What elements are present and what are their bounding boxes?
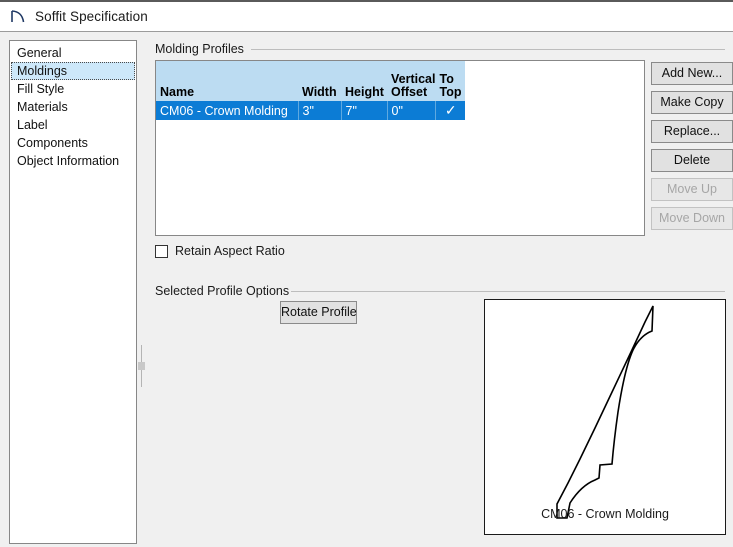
preview-profile-label: CM06 - Crown Molding — [541, 507, 669, 521]
molding-profile-drawing — [556, 305, 654, 519]
move-down-button: Move Down — [651, 207, 733, 230]
sidebar-panel-list[interactable]: General Moldings Fill Style Materials La… — [9, 40, 137, 544]
table-header-row: Name Width Height Vertical Offset To Top — [156, 61, 466, 101]
retain-aspect-ratio-label: Retain Aspect Ratio — [175, 244, 285, 258]
sidebar-item-label[interactable]: Label — [10, 116, 136, 134]
cell-height[interactable]: 7" — [341, 101, 388, 120]
column-header-name[interactable]: Name — [156, 61, 298, 101]
selected-profile-options-group-label: Selected Profile Options — [155, 284, 296, 298]
retain-aspect-ratio-row[interactable]: Retain Aspect Ratio — [155, 244, 285, 258]
sidebar-item-fill-style[interactable]: Fill Style — [10, 80, 136, 98]
selected-profile-options-group-divider — [291, 291, 725, 292]
checkmark-icon: ✓ — [444, 102, 457, 118]
molding-profile-icon — [9, 8, 27, 26]
column-header-width[interactable]: Width — [298, 61, 341, 101]
move-up-button: Move Up — [651, 178, 733, 201]
cell-name[interactable]: CM06 - Crown Molding — [156, 101, 299, 120]
sidebar-item-components[interactable]: Components — [10, 134, 136, 152]
cell-to-top[interactable]: ✓ — [435, 101, 466, 120]
add-new-button[interactable]: Add New... — [651, 62, 733, 85]
make-copy-button[interactable]: Make Copy — [651, 91, 733, 114]
molding-profiles-group-label: Molding Profiles — [155, 42, 250, 56]
table-row[interactable]: CM06 - Crown Molding 3" 7" 0" ✓ — [156, 101, 466, 120]
profiles-grid: Name Width Height Vertical Offset To Top… — [156, 61, 466, 120]
cell-width[interactable]: 3" — [298, 101, 342, 120]
cell-vertical-offset[interactable]: 0" — [387, 101, 436, 120]
delete-button[interactable]: Delete — [651, 149, 733, 172]
profile-preview-panel: CM06 - Crown Molding — [484, 299, 726, 535]
window-title: Soffit Specification — [35, 9, 148, 24]
panel-splitter-handle[interactable] — [138, 345, 145, 387]
splitter-grip — [138, 362, 145, 370]
column-header-vertical-offset[interactable]: Vertical Offset — [387, 61, 436, 101]
sidebar-item-materials[interactable]: Materials — [10, 98, 136, 116]
molding-profiles-group-divider — [251, 49, 725, 50]
sidebar-item-object-information[interactable]: Object Information — [10, 152, 136, 170]
rotate-profile-button[interactable]: Rotate Profile — [280, 301, 357, 324]
titlebar-divider — [0, 31, 733, 32]
column-header-to-top[interactable]: To Top — [435, 61, 466, 101]
retain-aspect-ratio-checkbox[interactable] — [155, 244, 168, 258]
column-header-height[interactable]: Height — [341, 61, 387, 101]
window-titlebar: Soffit Specification — [0, 0, 733, 31]
sidebar-item-general[interactable]: General — [10, 44, 136, 62]
sidebar-item-moldings[interactable]: Moldings — [11, 62, 135, 80]
molding-profiles-table[interactable]: Name Width Height Vertical Offset To Top… — [155, 60, 645, 236]
replace-button[interactable]: Replace... — [651, 120, 733, 143]
main-content: Molding Profiles Name Width Height Verti… — [148, 38, 733, 547]
